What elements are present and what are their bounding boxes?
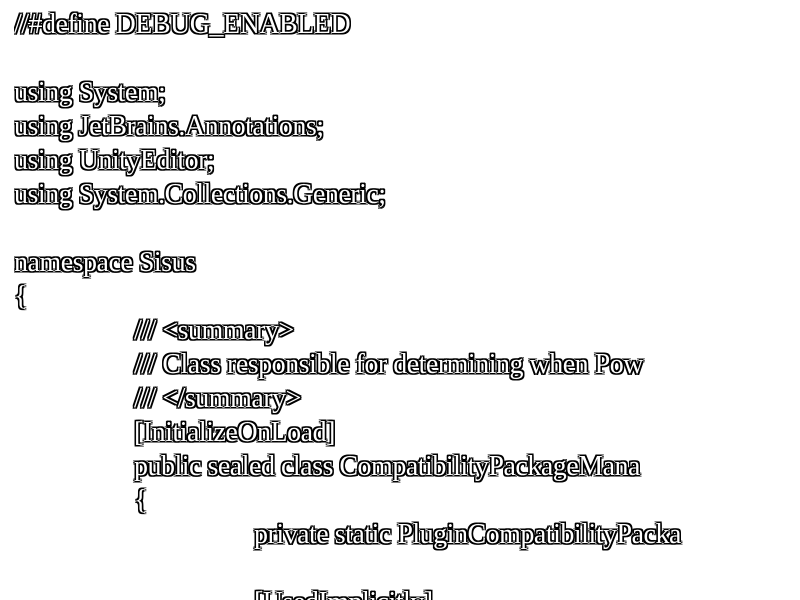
code-line-using-unityeditor: using UnityEditor; (14, 145, 215, 176)
code-line-using-collections: using System.Collections.Generic; (14, 179, 386, 210)
code-line-using-system: using System; (14, 77, 166, 108)
code-line-used-implicitly: [UsedImplicitly] (14, 586, 800, 600)
code-line-summary-open: /// <summary> (134, 315, 294, 346)
code-line-field-declaration: private static PluginCompatibilityPacka (254, 519, 681, 550)
code-line-summary-close: /// </summary> (134, 383, 301, 414)
code-line-namespace: namespace Sisus (14, 247, 196, 278)
code-line-class-declaration: public sealed class CompatibilityPackage… (134, 451, 640, 482)
code-line-attribute: [InitializeOnLoad] (134, 417, 335, 448)
code-line-summary-text: /// Class responsible for determining wh… (134, 349, 643, 380)
code-view: //#define DEBUG_ENABLED using System; us… (14, 8, 800, 600)
code-line-class-open-brace: { (134, 485, 147, 516)
code-line-open-brace: { (14, 281, 27, 312)
code-line-using-jetbrains: using JetBrains.Annotations; (14, 111, 324, 142)
code-line-define: //#define DEBUG_ENABLED (14, 9, 351, 40)
